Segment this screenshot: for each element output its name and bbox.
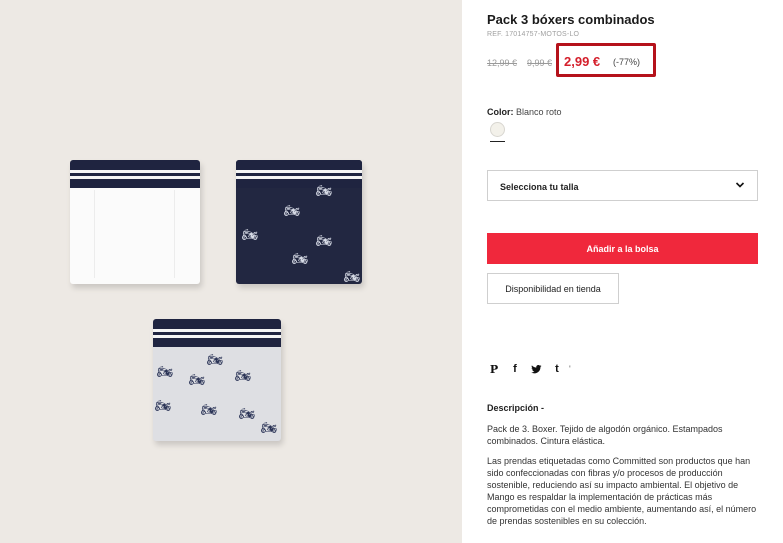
motorbike-icon: 🏍 [155,398,172,413]
description-title[interactable]: Descripción - [487,403,544,413]
motorbike-icon: 🏍 [235,368,252,383]
size-select-label: Selecciona tu talla [500,182,579,192]
moto-pattern: 🏍 🏍 🏍 🏍 🏍 🏍 [236,184,362,284]
color-swatch-blanco-roto[interactable] [490,122,505,137]
seam [174,190,175,278]
product-info: Pack 3 bóxers combinados REF. 17014757-M… [487,0,783,543]
sustainability-text: Las prendas etiquetadas como Committed s… [487,456,757,526]
description-text: Pack de 3. Boxer. Tejido de algodón orgá… [487,424,723,446]
previous-price: 9,99 € [527,58,553,68]
social-share: P f t ' [487,362,571,376]
motorbike-icon: 🏍 [344,269,361,284]
navy-moto-boxer: 🏍 🏍 🏍 🏍 🏍 🏍 [236,160,362,284]
size-select[interactable]: Selecciona tu talla [487,170,758,201]
motorbike-icon: 🏍 [242,227,259,242]
waistband [236,160,362,188]
pinterest-icon[interactable]: P [487,362,501,376]
motorbike-icon: 🏍 [157,364,174,379]
motorbike-icon: 🏍 [201,402,218,417]
motorbike-icon: 🏍 [239,406,256,421]
waistband [153,319,281,347]
product-title: Pack 3 bóxers combinados [487,12,655,27]
moto-pattern: 🏍 🏍 🏍 🏍 🏍 🏍 🏍 🏍 [153,347,281,441]
motorbike-icon: 🏍 [189,372,206,387]
swatch-selected-indicator [490,141,505,142]
facebook-icon[interactable]: f [508,362,522,376]
add-to-bag-button[interactable]: Añadir a la bolsa [487,233,758,264]
motorbike-icon: 🏍 [292,251,309,266]
color-row: Color: Blanco roto [487,107,562,117]
chevron-down-icon [735,182,745,188]
store-availability-button[interactable]: Disponibilidad en tienda [487,273,619,304]
waistband [70,160,200,188]
discount-badge: (-77%) [613,57,641,67]
color-value: Blanco roto [516,107,562,117]
white-boxer [70,160,200,284]
product-reference: REF. 17014757-MOTOS-LO [487,31,580,38]
original-price: 12,99 € [487,58,518,68]
color-label: Color: [487,107,514,117]
motorbike-icon: 🏍 [207,352,224,367]
motorbike-icon: 🏍 [316,183,333,198]
motorbike-icon: 🏍 [316,233,333,248]
motorbike-icon: 🏍 [261,420,278,435]
product-image[interactable]: 🏍 🏍 🏍 🏍 🏍 🏍 🏍 🏍 🏍 🏍 🏍 🏍 🏍 🏍 [0,0,462,543]
motorbike-icon: 🏍 [284,203,301,218]
sale-price: 2,99 € [564,54,601,69]
seam [94,190,95,278]
tumblr-icon[interactable]: t [550,362,564,376]
grey-moto-boxer: 🏍 🏍 🏍 🏍 🏍 🏍 🏍 🏍 [153,319,281,441]
more-share-icon[interactable]: ' [569,364,571,374]
twitter-icon[interactable] [529,362,543,376]
